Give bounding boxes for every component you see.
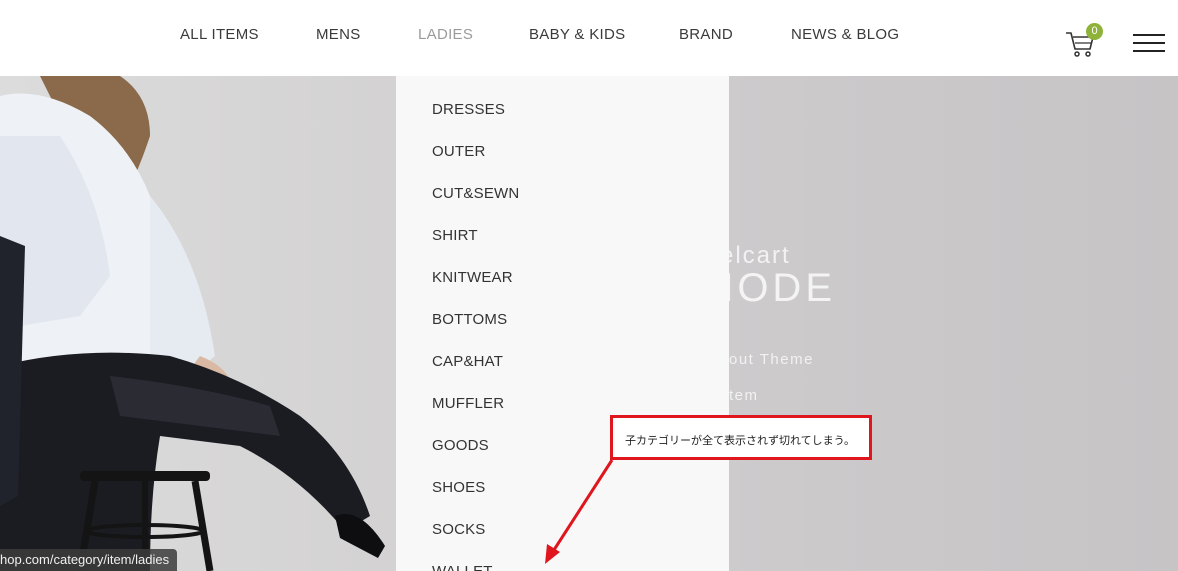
annotation-arrow xyxy=(545,459,614,564)
status-bar-url: hop.com/category/item/ladies xyxy=(0,549,178,571)
